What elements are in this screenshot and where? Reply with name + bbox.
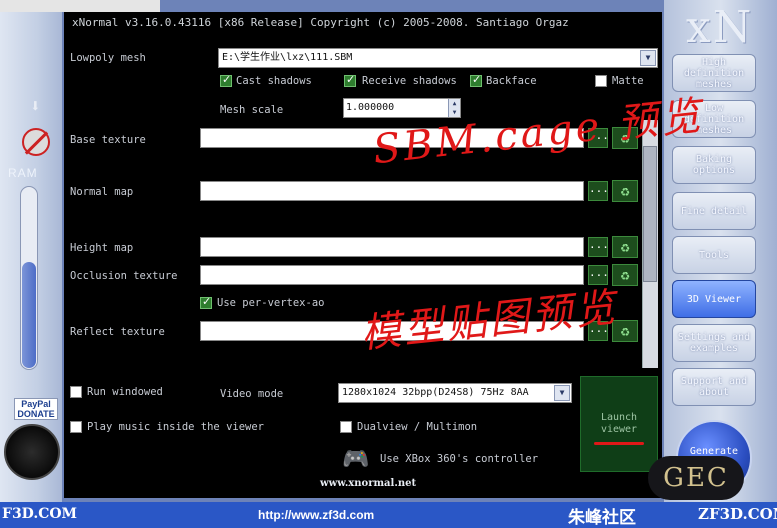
launch-viewer-label: Launch viewer [600,412,638,435]
reflect-texture-label: Reflect texture [70,326,165,338]
video-mode-value: 1280x1024 32bpp(D24S8) 75Hz 8AA [342,387,529,398]
run-windowed-checkbox[interactable] [70,386,82,398]
chevron-down-icon[interactable]: ▼ [554,385,570,401]
height-map-label: Height map [70,242,134,254]
nav-settings-and-examples[interactable]: Settings and examples [672,324,756,362]
height-map-recycle-icon[interactable]: ♻ [612,236,638,258]
cast-shadows-label: Cast shadows [236,75,312,87]
backface-label: Backface [486,75,537,87]
nav-tools[interactable]: Tools [672,236,756,274]
height-map-browse-button[interactable]: ... [588,237,609,257]
mascot-logo-icon [4,424,60,480]
mute-icon[interactable] [22,128,50,156]
scrollbar-thumb[interactable] [643,146,657,282]
dualview-checkbox[interactable] [340,421,352,433]
gec-logo: GEC [648,456,744,500]
watermark-right: ZF3D.COM [698,505,777,523]
watermark-community: 朱峰社区 [568,508,636,528]
nav-baking-options[interactable]: Baking options [672,146,756,184]
backface-checkbox[interactable] [470,73,482,87]
normal-map-browse-button[interactable]: ... [588,181,609,201]
normal-map-input[interactable] [200,181,584,201]
annotation-underline [594,442,644,445]
xn-logo: xN [686,2,754,53]
video-mode-label: Video mode [220,388,284,400]
per-vertex-ao-checkbox[interactable] [200,295,212,309]
mesh-scale-label: Mesh scale [220,104,284,116]
video-mode-select[interactable]: 1280x1024 32bpp(D24S8) 75Hz 8AA ▼ [338,383,572,403]
background-window [0,0,160,12]
lowpoly-mesh-select[interactable]: E:\学生作业\lxz\111.SBM ▼ [218,48,658,68]
ram-meter-fill [22,262,36,368]
xbox-controller-label: Use XBox 360's controller [380,453,539,465]
website-link[interactable]: www.xnormal.net [320,478,416,489]
play-music-checkbox[interactable] [70,421,82,433]
run-windowed-label: Run windowed [87,386,163,398]
window-title: xNormal v3.16.0.43116 [x86 Release] Copy… [64,12,662,34]
occlusion-texture-label: Occlusion texture [70,270,178,282]
normal-map-recycle-icon[interactable]: ♻ [612,180,638,202]
base-texture-label: Base texture [70,134,146,146]
lowpoly-mesh-value: E:\学生作业\lxz\111.SBM [222,52,353,63]
matte-checkbox[interactable] [595,75,607,87]
watermark-left: F3D.COM [2,506,78,522]
watermark-url: http://www.zf3d.com [258,508,375,522]
watermark-bar [0,502,777,528]
chevron-down-icon[interactable]: ▼ [640,50,656,66]
normal-map-label: Normal map [70,186,134,198]
per-vertex-ao-label: Use per-vertex-ao [217,297,325,309]
occlusion-texture-recycle-icon[interactable]: ♻ [612,264,638,286]
nav-fine-detail[interactable]: Fine detail [672,192,756,230]
paypal-donate-button[interactable]: PayPal DONATE [14,398,58,420]
occlusion-texture-input[interactable] [200,265,584,285]
receive-shadows-label: Receive shadows [362,75,457,87]
lowpoly-mesh-label: Lowpoly mesh [70,52,146,64]
dualview-label: Dualview / Multimon [357,421,478,433]
play-music-label: Play music inside the viewer [87,421,265,433]
height-map-input[interactable] [200,237,584,257]
nav-support-and-about[interactable]: Support and about [672,368,756,406]
cast-shadows-checkbox[interactable] [220,73,232,87]
arrow-down-icon[interactable]: ⬇ [30,96,41,117]
ram-label: RAM [8,166,38,180]
receive-shadows-checkbox[interactable] [344,73,356,87]
matte-label: Matte [612,75,644,87]
nav-3d-viewer[interactable]: 3D Viewer [672,280,756,318]
gamepad-icon: 🎮 [342,447,370,472]
mesh-scale-value: 1.000000 [346,102,395,113]
